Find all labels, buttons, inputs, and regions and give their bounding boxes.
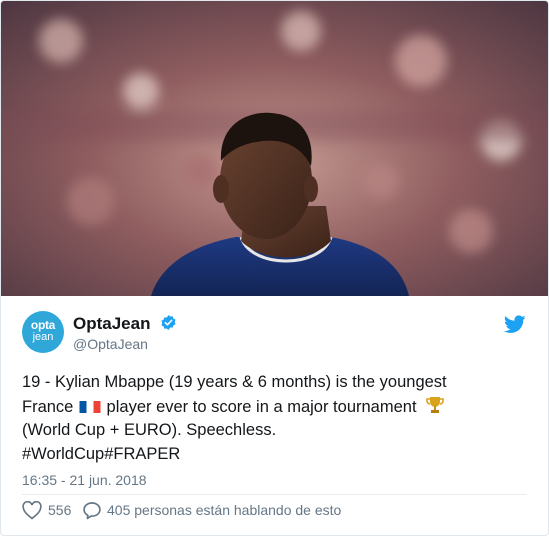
tweet-text-fragment: France	[22, 397, 74, 416]
hashtags-link[interactable]: #WorldCup#FRAPER	[22, 443, 522, 467]
heart-icon[interactable]	[22, 501, 42, 520]
tweet-text-line: 19 - Kylian Mbappe (19 years & 6 months)…	[22, 373, 447, 391]
tweet-header: opta jean OptaJean @OptaJean	[1, 296, 548, 358]
tweet-card[interactable]: opta jean OptaJean @OptaJean 19 - Kylian…	[0, 0, 549, 536]
speech-bubble-icon[interactable]	[82, 501, 102, 520]
player-photo	[1, 1, 548, 296]
conversation-link[interactable]: 405 personas están hablando de esto	[107, 502, 341, 518]
tweet-text-line: France player ever to score in a major t…	[22, 395, 522, 420]
avatar-text-top: opta	[30, 318, 56, 332]
tweet-timestamp[interactable]: 16:35 - 21 jun. 2018	[22, 472, 147, 488]
verified-badge-icon	[161, 315, 176, 330]
divider	[22, 494, 527, 495]
tweet-text: 19 - Kylian Mbappe (19 years & 6 months)…	[22, 371, 522, 466]
trophy-icon	[426, 396, 444, 413]
tweet-text-line: (World Cup + EURO). Speechless.	[22, 421, 277, 439]
twitter-bird-icon[interactable]	[504, 315, 526, 334]
avatar-text-bottom: jean	[32, 331, 54, 343]
display-name[interactable]: OptaJean	[73, 314, 150, 334]
like-count[interactable]: 556	[48, 502, 71, 518]
avatar[interactable]: opta jean	[22, 311, 64, 353]
user-handle[interactable]: @OptaJean	[73, 336, 148, 352]
tweet-photo[interactable]	[1, 1, 548, 296]
tweet-text-fragment: player ever to score in a major tourname…	[106, 397, 417, 416]
france-flag-icon	[79, 399, 101, 413]
